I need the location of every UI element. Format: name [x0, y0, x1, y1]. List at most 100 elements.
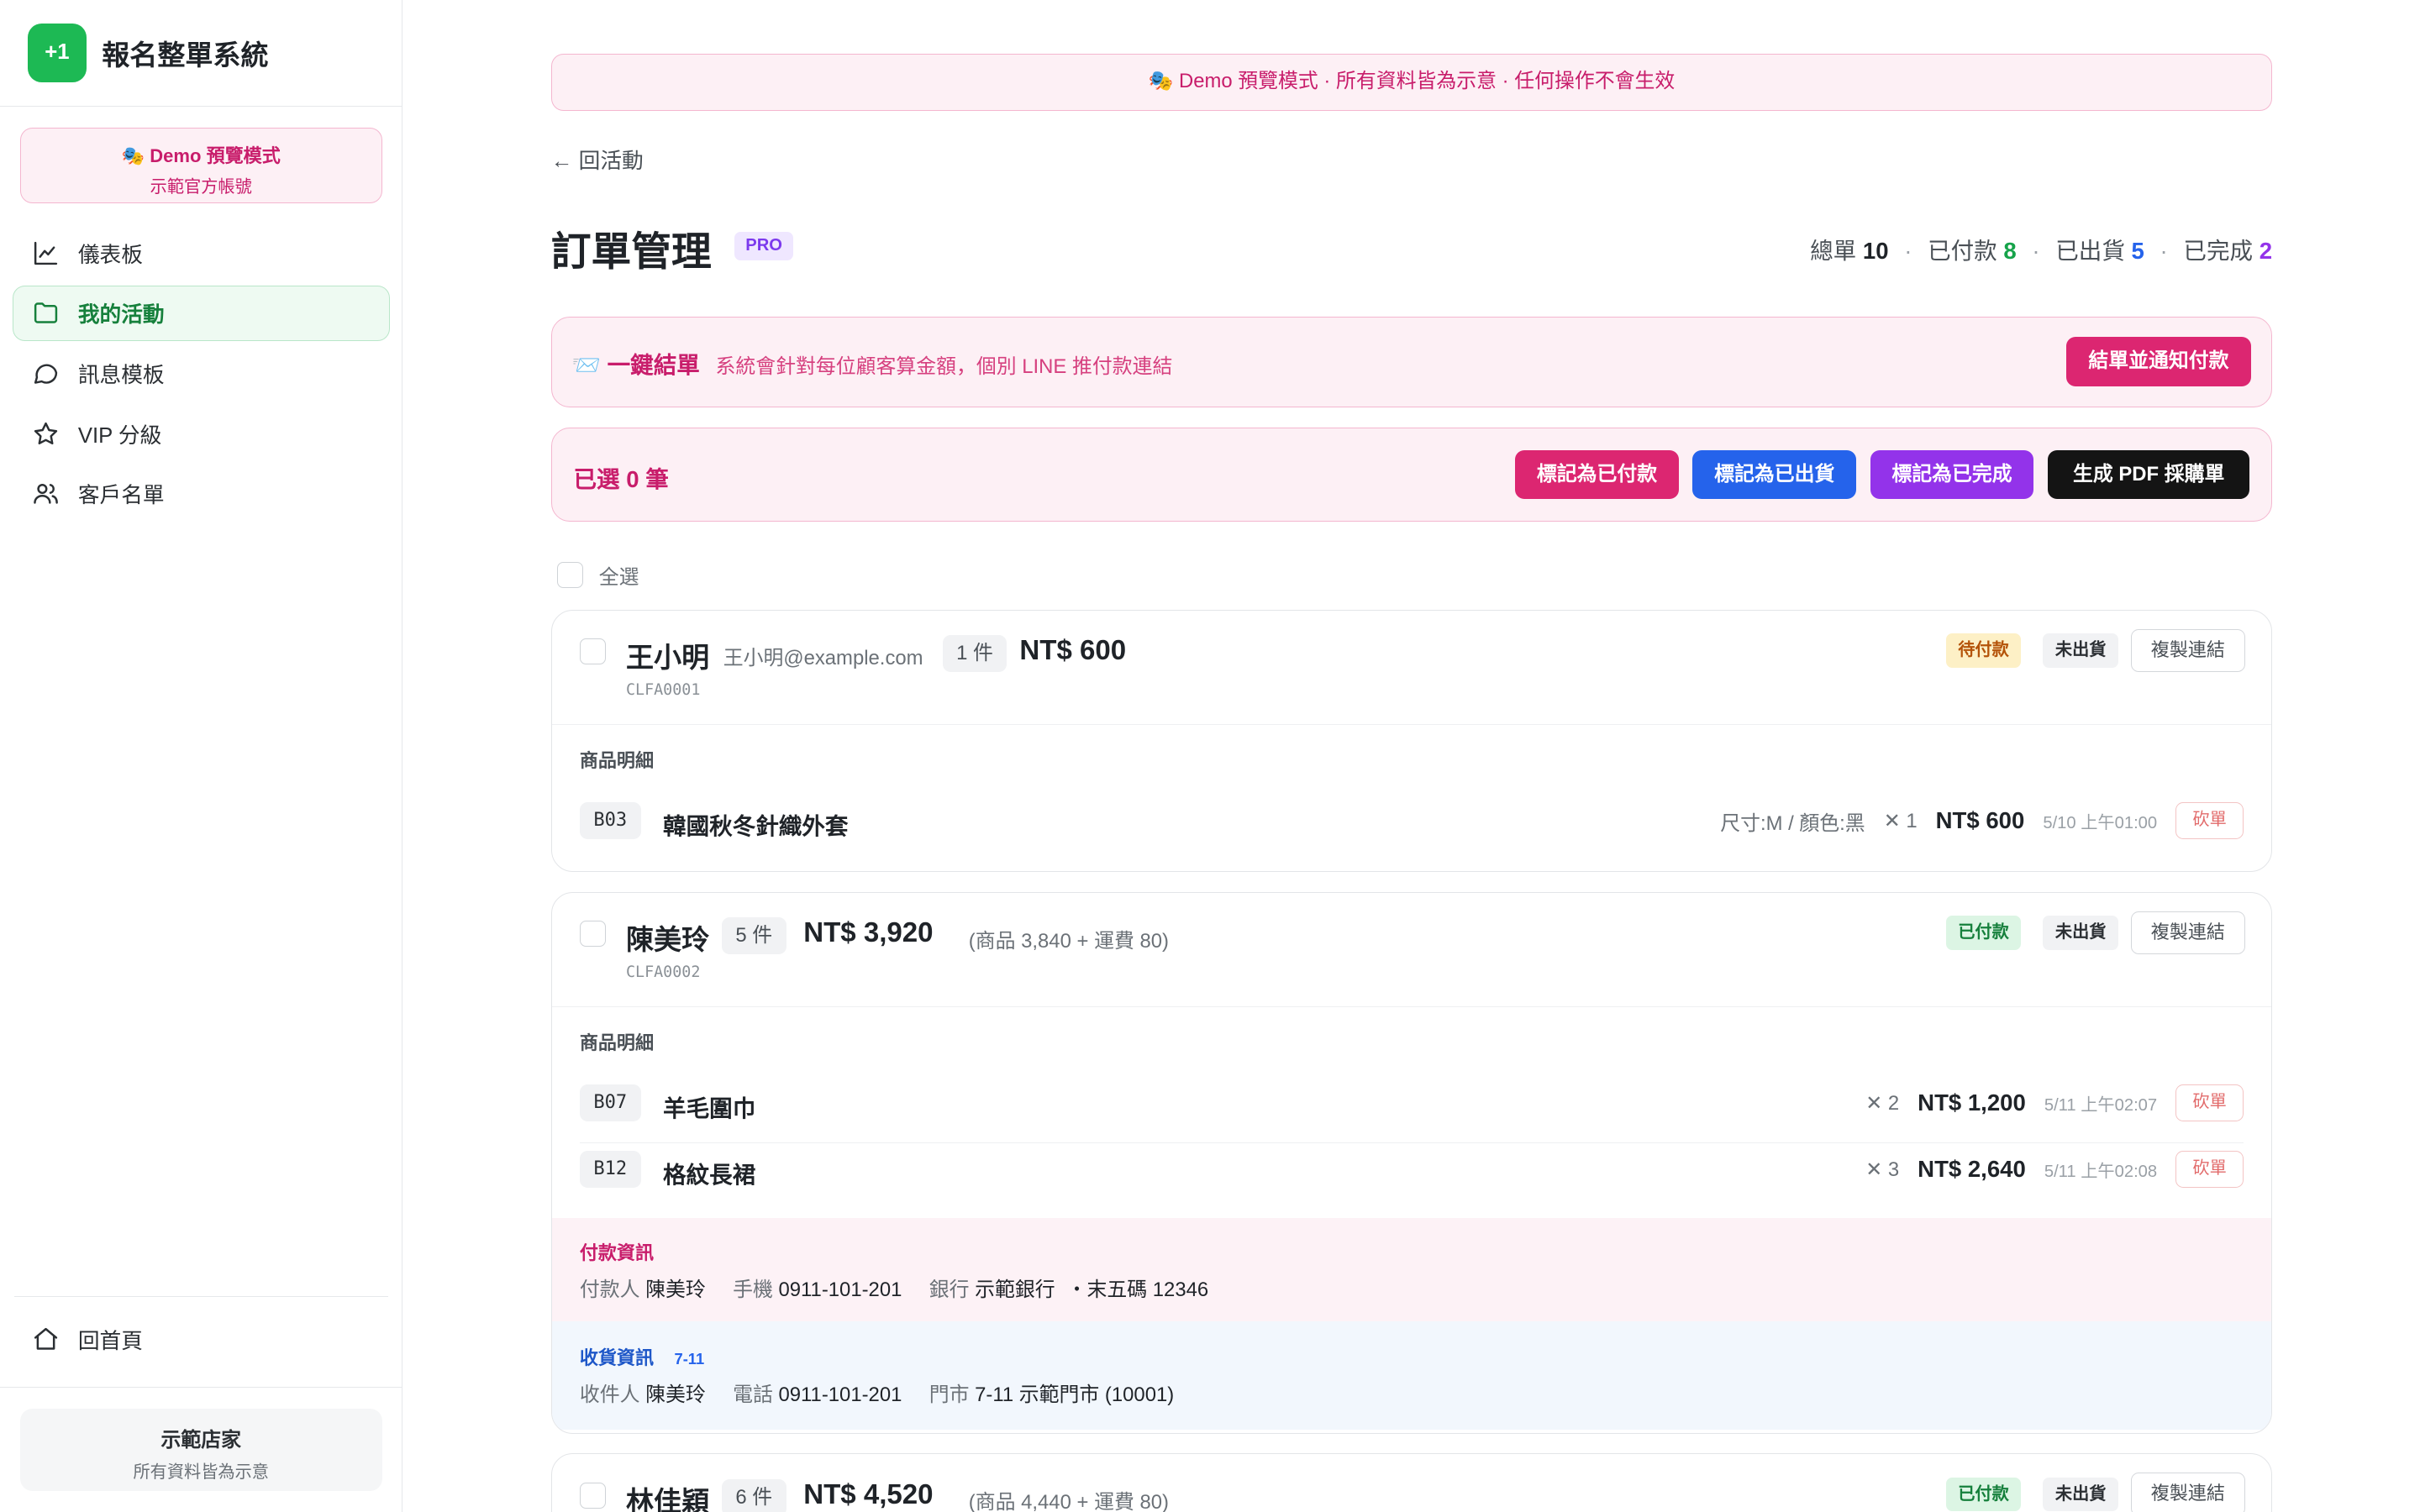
order-header: 王小明 王小明@example.com 1 件 NT$ 600 CLFA0001…	[551, 611, 2272, 725]
stat-shipped-value: 5	[2131, 237, 2144, 264]
list-item: B07 羊毛圍巾 ✕ 2 NT$ 1,200 5/11 上午02:07 砍單	[579, 1077, 2244, 1144]
page-header: 訂單管理 PRO 總單 10 · 已付款 8 · 已出貨 5 · 已完成 2	[551, 219, 2272, 275]
item-time: 5/11 上午02:08	[2044, 1162, 2158, 1181]
stat-done-value: 2	[2259, 237, 2273, 264]
sidebar-nav: 儀表板 我的活動 訊息模板 VIP 分級 客戶名單	[0, 225, 402, 522]
order-total: NT$ 3,920	[803, 917, 934, 949]
item-count: 6 件	[721, 1478, 786, 1512]
cancel-item-button[interactable]: 砍單	[2175, 802, 2244, 840]
payment-info-title: 付款資訊	[579, 1242, 654, 1264]
order-items: 商品明細 B07 羊毛圍巾 ✕ 2 NT$ 1,200 5/11 上午02:07…	[552, 1007, 2271, 1219]
stat-separator: ·	[2032, 237, 2040, 264]
back-link[interactable]: ← 回活動	[551, 144, 644, 175]
order-checkbox[interactable]	[579, 1482, 607, 1509]
customer-name: 陳美玲	[625, 925, 710, 957]
select-all[interactable]: 全選	[557, 560, 639, 590]
item-sku: B12	[579, 1151, 641, 1189]
item-count: 1 件	[942, 635, 1007, 673]
chat-bubble-icon	[34, 364, 57, 384]
folder-icon	[34, 302, 57, 324]
list-item: B12 格紋長裙 ✕ 3 NT$ 2,640 5/11 上午02:08 砍單	[579, 1143, 2244, 1210]
generate-pdf-button[interactable]: 生成 PDF 採購單	[2047, 449, 2250, 500]
shipping-info-title: 收貨資訊	[579, 1347, 654, 1369]
item-variant: 尺寸:M / 顏色:黑	[1720, 811, 1865, 835]
item-name: 格紋長裙	[663, 1161, 756, 1188]
sidebar-item-customers[interactable]: 客戶名單	[13, 466, 390, 522]
brand-logo: +1	[28, 23, 87, 82]
phone-label: 電話	[733, 1383, 773, 1407]
one-click-title: 📨 一鍵結單	[571, 352, 700, 379]
stat-separator: ·	[1904, 237, 1912, 264]
mark-shipped-button[interactable]: 標記為已出貨	[1692, 449, 1857, 500]
select-all-checkbox[interactable]	[557, 561, 584, 588]
sidebar-item-home[interactable]: 回首頁	[13, 1311, 390, 1367]
payment-status-badge: 已付款	[1945, 1478, 2022, 1512]
shipping-status-badge: 未出貨	[2043, 1478, 2119, 1512]
items-header: 商品明細	[579, 1032, 654, 1054]
order-stats: 總單 10 · 已付款 8 · 已出貨 5 · 已完成 2	[1810, 232, 2272, 265]
close-and-notify-button[interactable]: 結單並通知付款	[2065, 337, 2252, 387]
item-time: 5/11 上午02:07	[2044, 1095, 2158, 1115]
bank-value: 示範銀行	[975, 1278, 1055, 1302]
sidebar-item-my-events[interactable]: 我的活動	[12, 285, 390, 341]
item-name: 韓國秋冬針織外套	[663, 812, 849, 839]
cancel-item-button[interactable]: 砍單	[2175, 1151, 2244, 1189]
payment-status-badge: 已付款	[1945, 916, 2022, 950]
demo-mode-card: 🎭 Demo 預覽模式 示範官方帳號	[19, 128, 382, 204]
order-breakdown: (商品 4,440 + 運費 80)	[968, 1491, 1169, 1512]
chart-line-icon	[34, 241, 57, 265]
order-items: 商品明細 B03 韓國秋冬針織外套 尺寸:M / 顏色:黑 ✕ 1 NT$ 60…	[552, 725, 2271, 861]
cancel-item-button[interactable]: 砍單	[2175, 1084, 2244, 1122]
payer-label: 付款人	[579, 1278, 640, 1302]
stat-paid-label: 已付款	[1928, 237, 1997, 264]
demo-mode-subtitle: 示範官方帳號	[150, 177, 252, 197]
item-sku: B07	[579, 1084, 641, 1122]
sidebar-item-label: 我的活動	[77, 303, 165, 328]
brand[interactable]: +1 報名整單系統	[0, 0, 402, 107]
last5-label: ・末五碼	[1066, 1278, 1148, 1302]
sidebar-item-vip-levels[interactable]: VIP 分級	[13, 406, 390, 461]
star-icon	[34, 422, 57, 444]
sidebar-item-label: 回首頁	[77, 1330, 143, 1353]
shipping-store-type: 7-11	[674, 1350, 705, 1368]
sidebar-item-label: 儀表板	[77, 243, 143, 267]
item-quantity: ✕ 3	[1865, 1158, 1900, 1181]
receiver-label: 收件人	[579, 1383, 640, 1407]
copy-link-button[interactable]: 複製連結	[2130, 911, 2245, 955]
payer-value: 陳美玲	[645, 1278, 706, 1302]
sidebar-item-dashboard[interactable]: 儀表板	[13, 225, 390, 281]
bulk-action-bar: 已選 0 筆 標記為已付款 標記為已出貨 標記為已完成 生成 PDF 採購單	[550, 427, 2273, 522]
one-click-description: 系統會針對每位顧客算金額，個別 LINE 推付款連結	[715, 355, 1173, 379]
copy-link-button[interactable]: 複製連結	[2130, 1473, 2245, 1512]
order-total: NT$ 4,520	[803, 1478, 934, 1510]
item-price: NT$ 1,200	[1918, 1089, 2026, 1116]
mark-done-button[interactable]: 標記為已完成	[1870, 449, 2034, 500]
item-quantity: ✕ 2	[1865, 1091, 1900, 1115]
payment-status-badge: 待付款	[1945, 633, 2022, 668]
stat-total-label: 總單	[1810, 237, 1857, 264]
mark-paid-button[interactable]: 標記為已付款	[1515, 449, 1679, 500]
order-checkbox[interactable]	[579, 920, 607, 948]
order-header: 林佳穎 6 件 NT$ 4,520 (商品 4,440 + 運費 80) 已付款…	[552, 1454, 2271, 1512]
payment-info: 付款資訊 付款人 陳美玲 手機 0911-101-201 銀行 示範銀行 ・末五…	[551, 1218, 2272, 1322]
selected-count: 已選 0 筆	[573, 466, 669, 493]
item-count: 5 件	[721, 917, 786, 955]
copy-link-button[interactable]: 複製連結	[2130, 628, 2245, 673]
stat-separator: ·	[2160, 237, 2168, 264]
order-checkbox[interactable]	[579, 638, 607, 664]
store-card: 示範店家 所有資料皆為示意	[19, 1409, 382, 1491]
page-title: 訂單管理	[550, 229, 712, 275]
stat-total-value: 10	[1862, 237, 1889, 264]
order-card: 王小明 王小明@example.com 1 件 NT$ 600 CLFA0001…	[550, 609, 2273, 872]
users-icon	[33, 484, 58, 504]
item-name: 羊毛圍巾	[663, 1095, 756, 1121]
order-breakdown: (商品 3,840 + 運費 80)	[968, 929, 1169, 953]
list-item: B03 韓國秋冬針織外套 尺寸:M / 顏色:黑 ✕ 1 NT$ 600 5/1…	[579, 795, 2244, 861]
sidebar-item-message-templates[interactable]: 訊息模板	[13, 345, 390, 401]
order-code: CLFA0002	[625, 963, 701, 982]
shipping-info: 收貨資訊 7-11 收件人 陳美玲 電話 0911-101-201 門市 7-1…	[551, 1321, 2272, 1431]
store-label: 門市	[929, 1383, 970, 1407]
stat-done-label: 已完成	[2183, 237, 2254, 264]
sidebar-item-label: 客戶名單	[77, 484, 165, 508]
store-note: 所有資料皆為示意	[133, 1463, 269, 1483]
